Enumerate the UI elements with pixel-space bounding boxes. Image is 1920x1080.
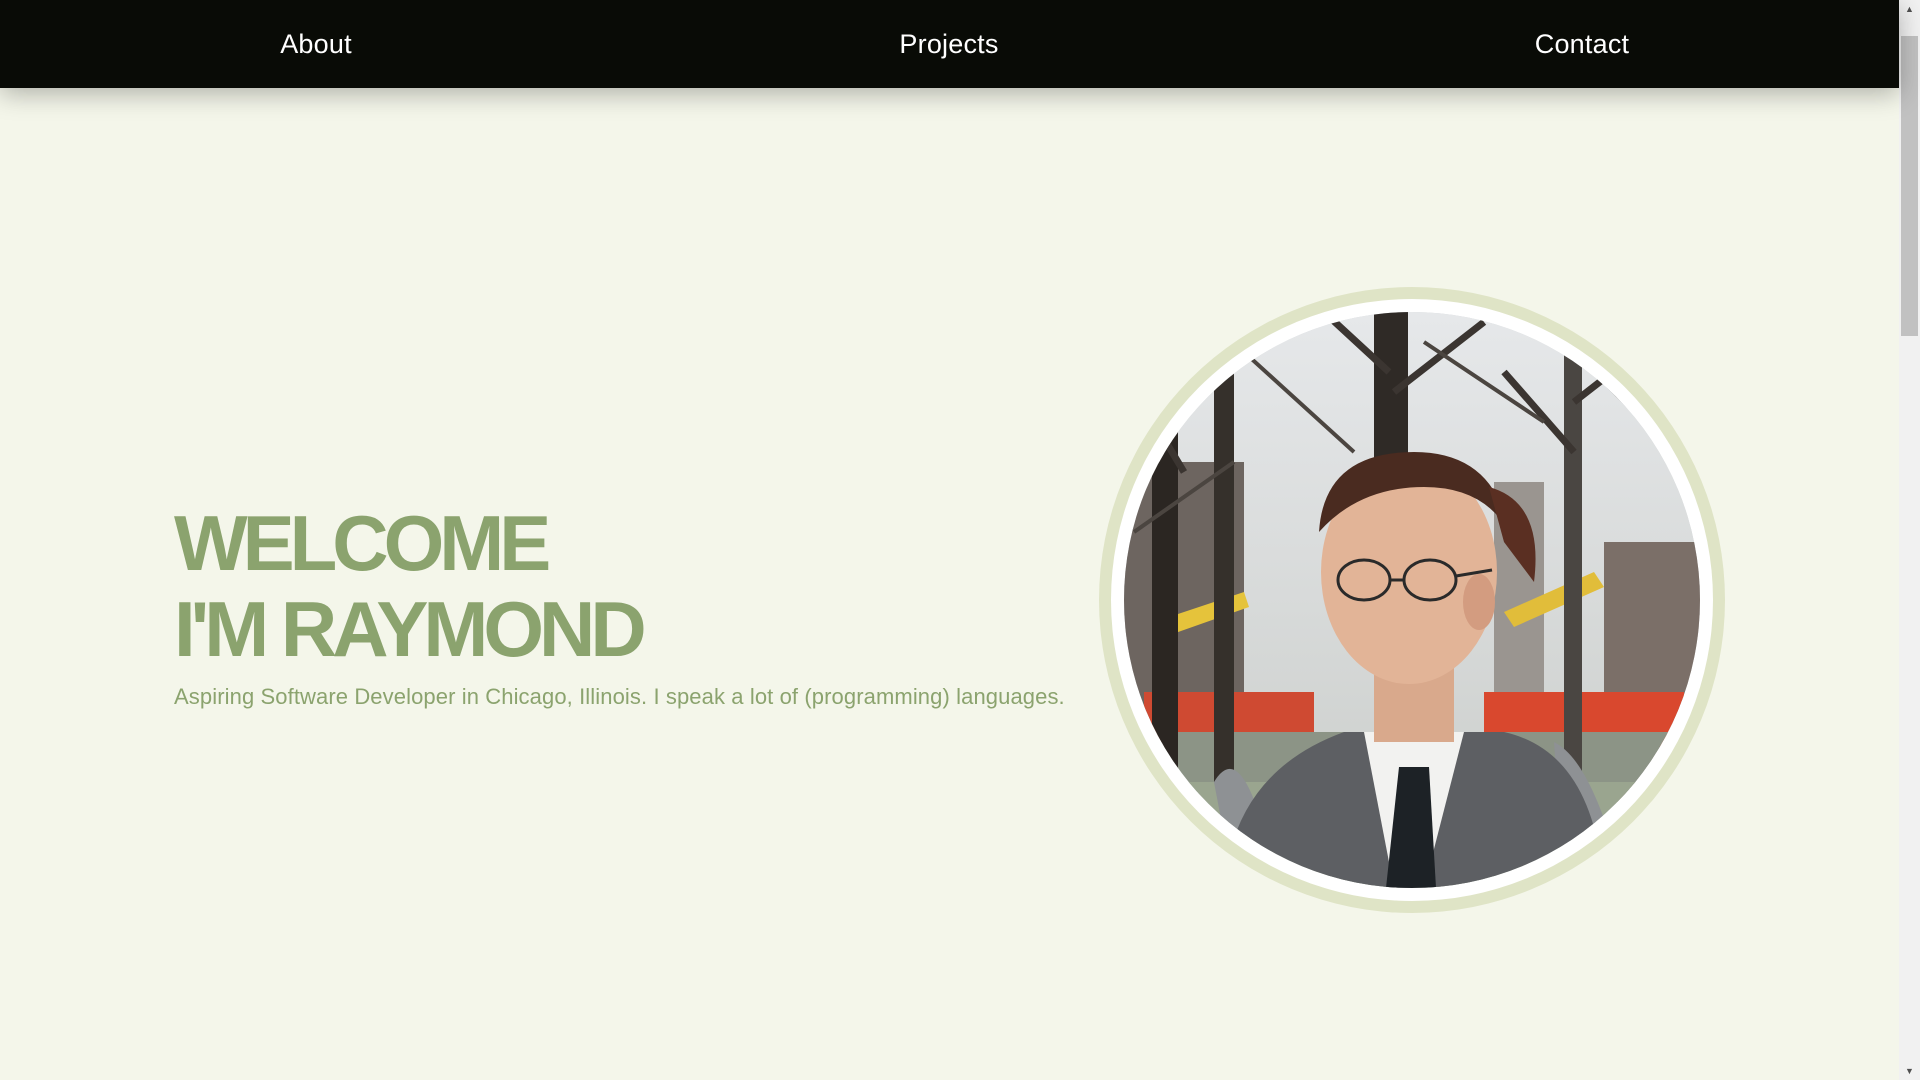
nav-link-about[interactable]: About bbox=[216, 0, 416, 88]
portrait-frame bbox=[1099, 287, 1725, 913]
hero-section: WELCOME I'M RAYMOND Aspiring Software De… bbox=[174, 500, 1065, 710]
hero-title: WELCOME I'M RAYMOND bbox=[174, 500, 1065, 672]
hero-title-line-welcome: WELCOME bbox=[174, 499, 551, 587]
top-navbar: About Projects Contact bbox=[0, 0, 1899, 88]
hero-subtitle: Aspiring Software Developer in Chicago, … bbox=[174, 684, 1065, 709]
scroll-down-arrow-icon[interactable]: ▼ bbox=[1899, 1062, 1920, 1080]
scrollbar-thumb[interactable] bbox=[1901, 36, 1918, 336]
scroll-up-arrow-icon[interactable]: ▲ bbox=[1899, 0, 1920, 18]
profile-photo bbox=[1124, 312, 1700, 888]
nav-link-projects[interactable]: Projects bbox=[849, 0, 1049, 88]
nav-link-contact[interactable]: Contact bbox=[1482, 0, 1682, 88]
vertical-scrollbar[interactable]: ▲ ▼ bbox=[1899, 0, 1920, 1080]
profile-photo-illustration bbox=[1124, 312, 1700, 888]
hero-title-line-name: I'M RAYMOND bbox=[174, 585, 647, 673]
